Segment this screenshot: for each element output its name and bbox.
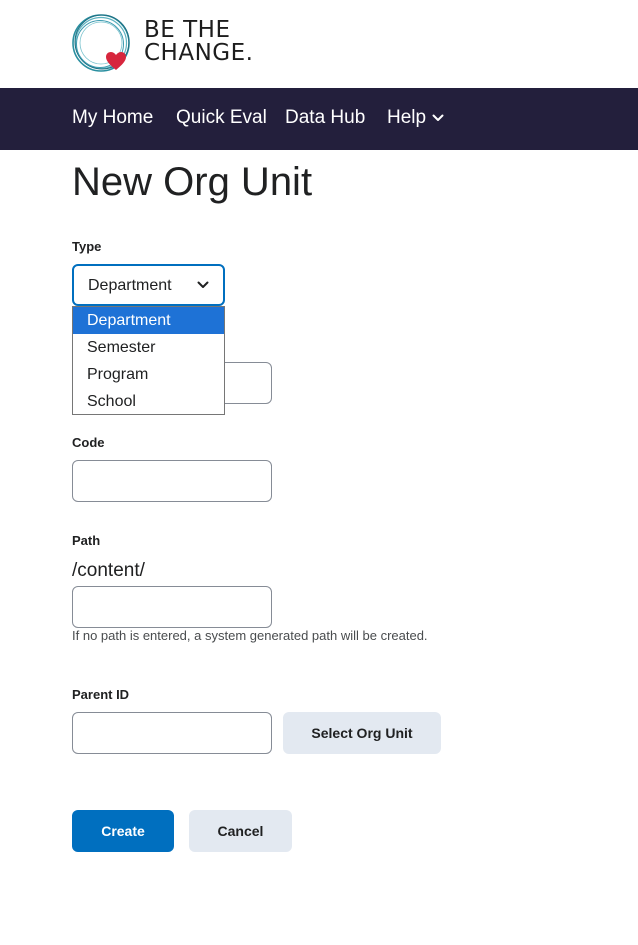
brand-logo[interactable]: BE THE CHANGE. — [70, 12, 253, 76]
path-prefix: /content/ — [72, 560, 145, 581]
type-label: Type — [72, 239, 102, 254]
nav-my-home[interactable]: My Home — [72, 107, 153, 129]
ring-heart-logo-icon — [72, 14, 130, 72]
nav-quick-eval[interactable]: Quick Eval — [176, 107, 267, 129]
main-navbar: My Home Quick Eval Data Hub Help — [0, 88, 638, 150]
path-help-text: If no path is entered, a system generate… — [72, 628, 428, 643]
chevron-down-icon — [432, 114, 444, 121]
brand-wordmark: BE THE CHANGE. — [144, 19, 253, 65]
parent-id-label: Parent ID — [72, 687, 130, 702]
path-input[interactable] — [72, 586, 272, 628]
type-option-school[interactable]: School — [73, 388, 224, 415]
cancel-button[interactable]: Cancel — [189, 810, 292, 852]
chevron-down-icon — [197, 281, 209, 288]
path-label: Path — [72, 533, 101, 548]
code-input[interactable] — [72, 460, 272, 502]
nav-data-hub[interactable]: Data Hub — [285, 107, 365, 129]
type-select[interactable]: Department — [72, 264, 225, 306]
type-option-program[interactable]: Program — [73, 361, 224, 388]
code-label: Code — [72, 435, 105, 450]
site-header: BE THE CHANGE. — [0, 0, 638, 88]
page-title: New Org Unit — [72, 160, 313, 204]
brand-line-1: BE THE — [144, 17, 231, 43]
create-button[interactable]: Create — [72, 810, 174, 852]
type-option-department[interactable]: Department — [73, 307, 224, 334]
type-option-semester[interactable]: Semester — [73, 334, 224, 361]
nav-help-label: Help — [387, 107, 427, 128]
select-org-unit-button[interactable]: Select Org Unit — [283, 712, 441, 754]
parent-id-input[interactable] — [72, 712, 272, 754]
nav-help[interactable]: Help — [387, 107, 444, 129]
type-dropdown-list: Department Semester Program School — [72, 306, 225, 415]
brand-line-2: CHANGE. — [144, 40, 254, 66]
type-select-value: Department — [88, 277, 172, 294]
